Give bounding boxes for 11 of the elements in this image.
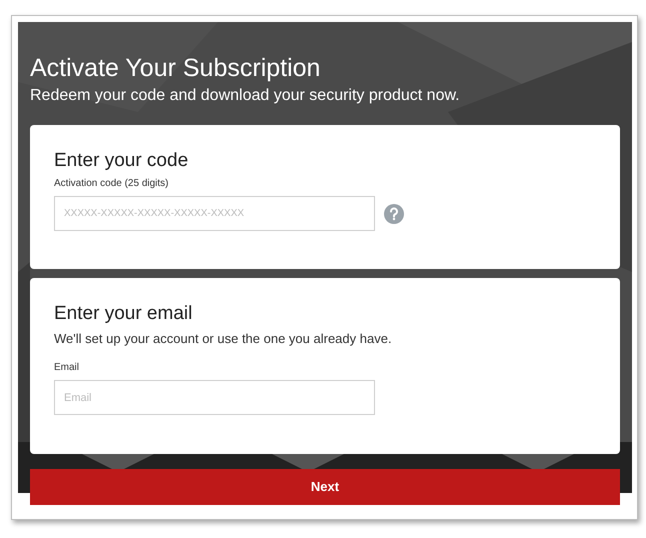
card-description: We'll set up your account or use the one you already have. — [54, 331, 393, 347]
card-heading: Enter your code — [54, 149, 190, 173]
field-label: Email — [54, 361, 80, 375]
next-button[interactable]: Next — [30, 469, 620, 505]
help-icon[interactable] — [384, 204, 404, 224]
page-subtitle: Redeem your code and download your security product now. — [30, 86, 461, 106]
card-heading: Enter your email — [54, 302, 194, 326]
email-field[interactable]: Email — [54, 380, 375, 415]
page-title: Activate Your Subscription — [30, 53, 322, 83]
field-label: Activation code (25 digits) — [54, 177, 170, 191]
activation-code-field[interactable]: XXXXX-XXXXX-XXXXX-XXXXX-XXXXX — [54, 196, 375, 231]
